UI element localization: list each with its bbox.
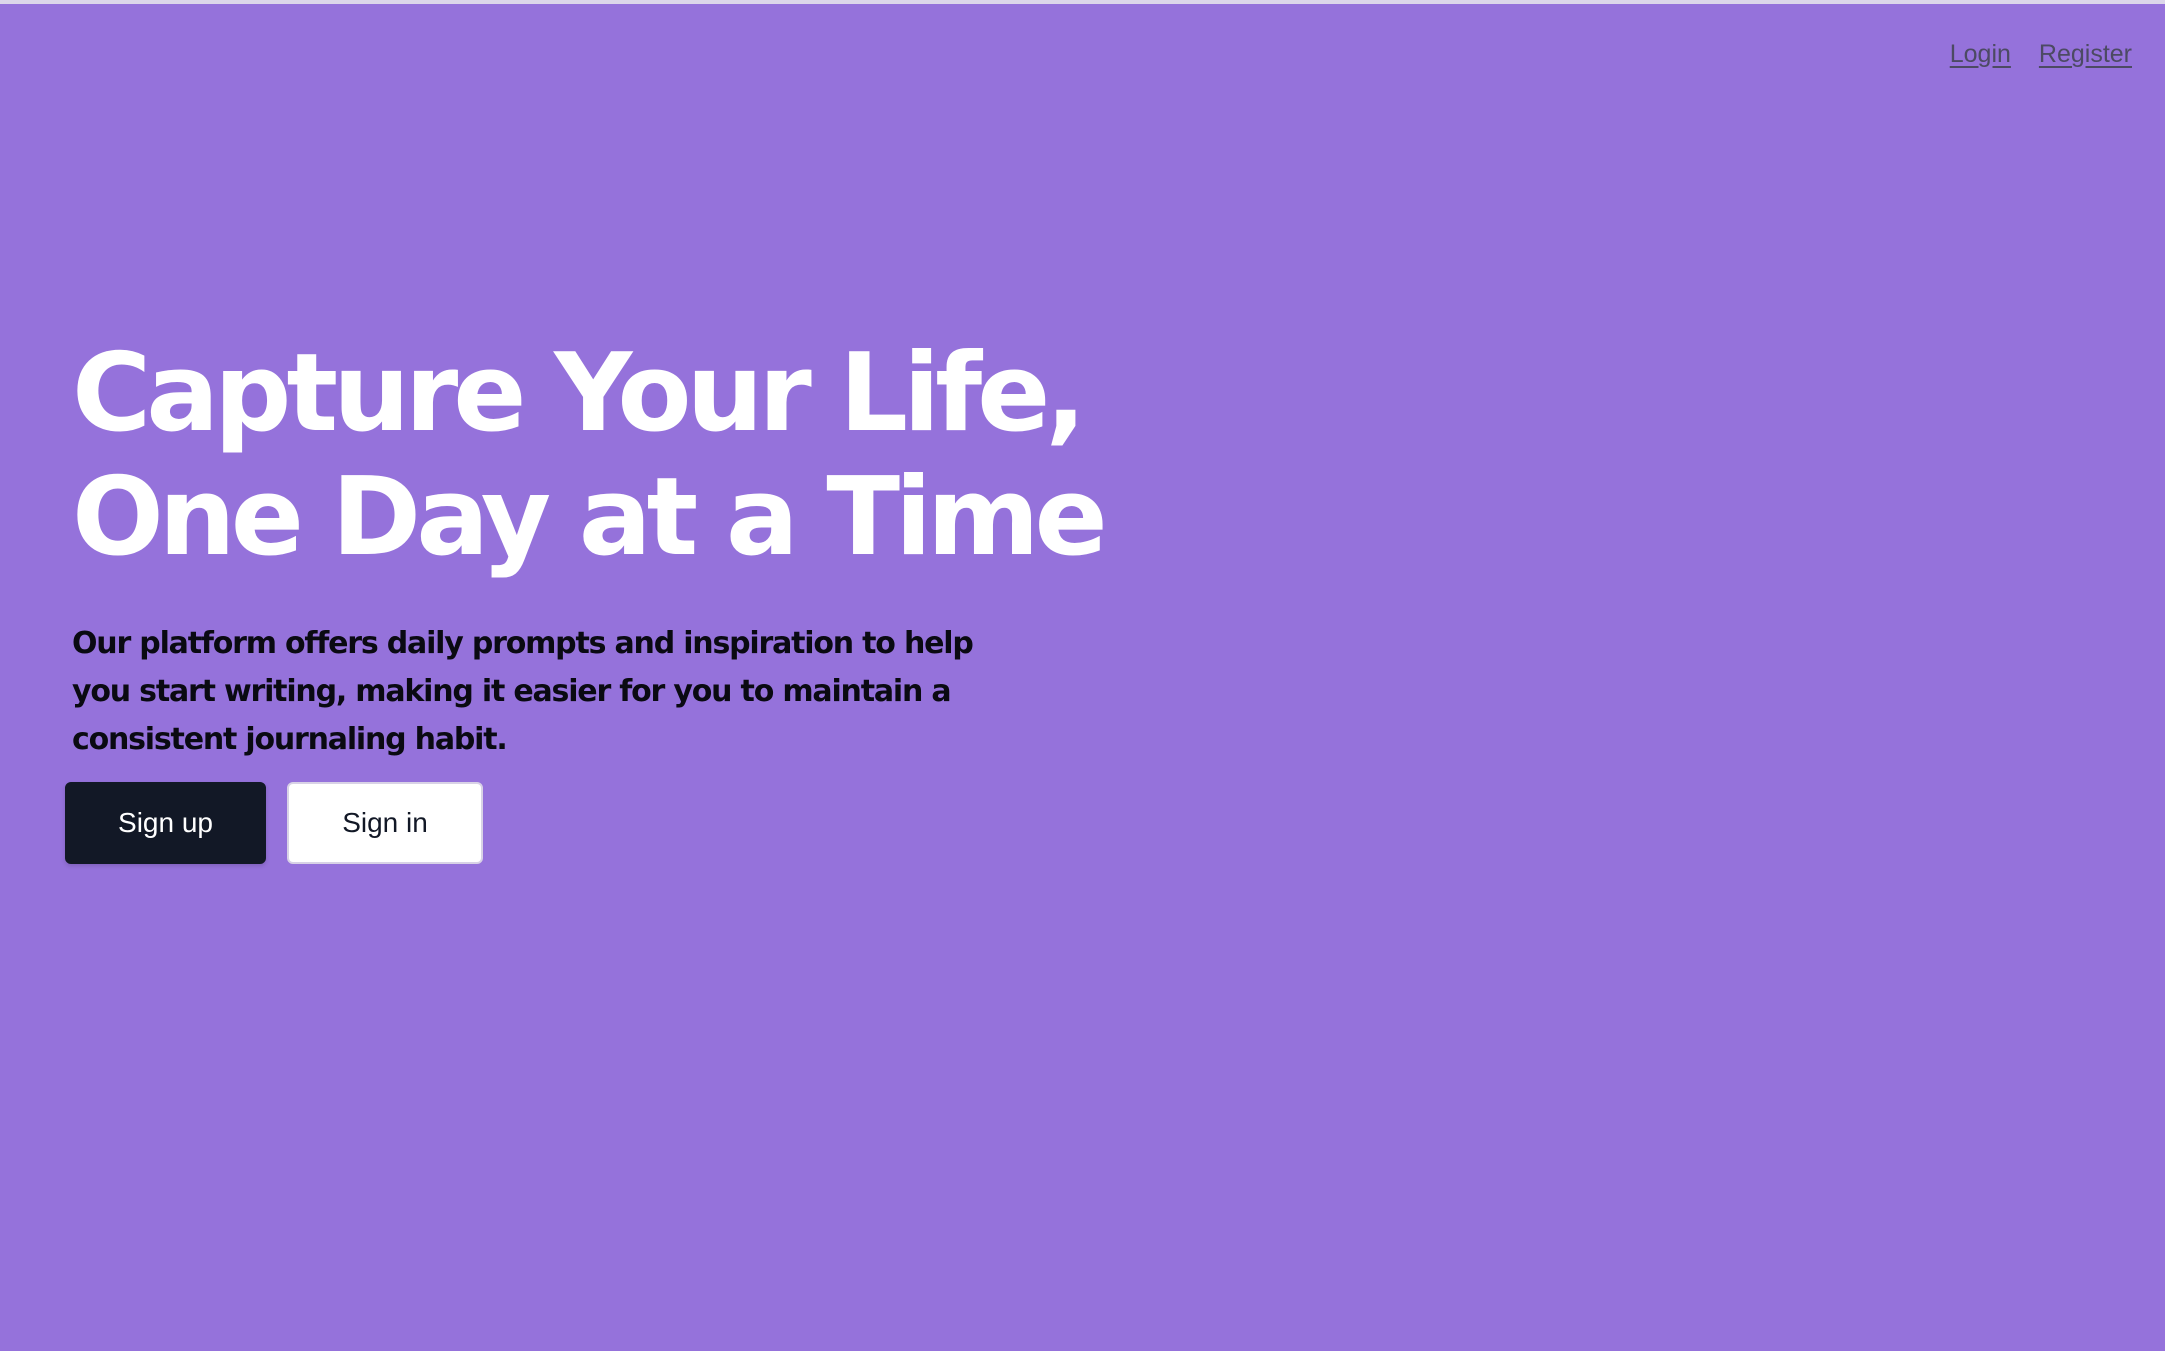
cta-buttons: Sign up Sign in	[65, 782, 483, 864]
sign-up-button[interactable]: Sign up	[65, 782, 266, 864]
register-link[interactable]: Register	[2039, 40, 2132, 69]
sign-in-button[interactable]: Sign in	[287, 782, 483, 864]
hero-section: Capture Your Life, One Day at a Time Our…	[72, 331, 1108, 764]
hero-title: Capture Your Life, One Day at a Time	[72, 331, 1108, 580]
hero-title-line-2: One Day at a Time	[72, 455, 1108, 580]
hero-title-line-1: Capture Your Life,	[72, 331, 1086, 456]
auth-nav: Login Register	[1950, 40, 2132, 69]
hero-description: Our platform offers daily prompts and in…	[72, 626, 974, 757]
landing-page: Login Register Capture Your Life, One Da…	[0, 4, 2165, 1351]
login-link[interactable]: Login	[1950, 40, 2011, 69]
